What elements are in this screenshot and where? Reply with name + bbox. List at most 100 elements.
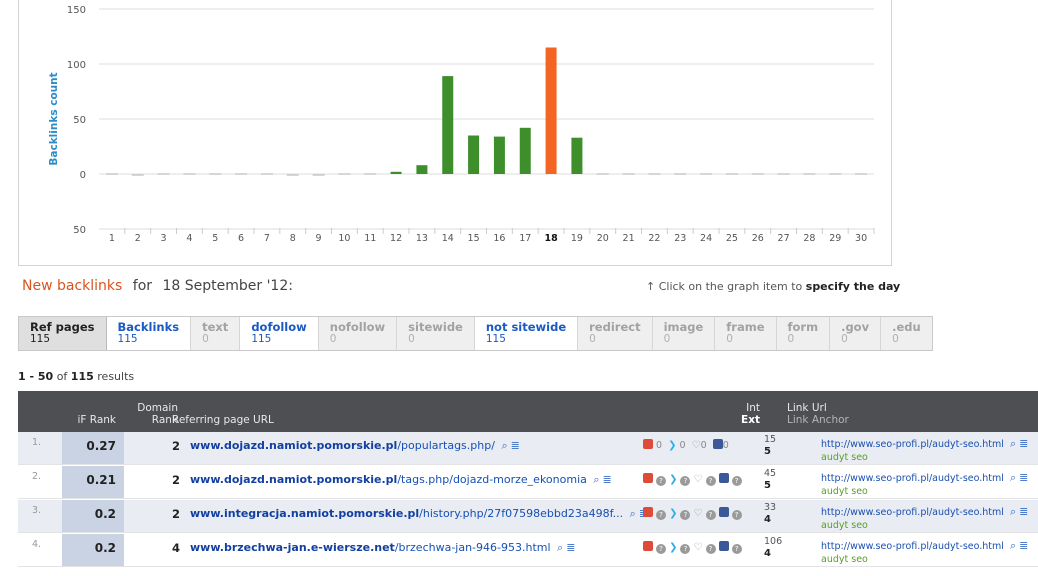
zoom-icon[interactable]: ⌕ <box>557 541 563 554</box>
row-link-url[interactable]: http://www.seo-profi.pl/audyt-seo.html <box>821 473 1004 484</box>
facebook-icon[interactable] <box>718 541 729 551</box>
row-link-url[interactable]: http://www.seo-profi.pl/audyt-seo.html <box>821 439 1004 450</box>
details-icon[interactable]: ≣ <box>1019 505 1028 518</box>
twitter-icon[interactable]: ❯ <box>669 474 677 485</box>
unknown-count-icon[interactable]: ? <box>705 544 716 554</box>
table-row: 3. 0.2 2 www.integracja.namiot.pomorskie… <box>18 500 1038 533</box>
row-number: 4. <box>32 539 42 550</box>
unknown-count-icon[interactable]: ? <box>731 510 742 520</box>
new-backlinks-link[interactable]: New backlinks <box>22 278 122 294</box>
header-link-anchor[interactable]: Link Anchor <box>787 414 849 426</box>
zoom-icon[interactable]: ⌕ <box>501 439 507 452</box>
zoom-icon[interactable]: ⌕ <box>1010 539 1016 552</box>
tab-text[interactable]: text 0 <box>191 317 241 350</box>
row-number: 1. <box>32 437 42 448</box>
x-tick-label: 11 <box>364 233 376 244</box>
tab-ref-pages[interactable]: Ref pages 115 <box>19 317 107 350</box>
details-icon[interactable]: ≣ <box>603 473 612 486</box>
tab-count: 0 <box>787 333 795 345</box>
header-referring-url[interactable]: Referring page URL <box>172 414 274 426</box>
row-link-url[interactable]: http://www.seo-profi.pl/audyt-seo.html <box>821 541 1004 552</box>
details-icon[interactable]: ≣ <box>1019 471 1028 484</box>
tab-edu[interactable]: .edu 0 <box>881 317 932 350</box>
tab-label: .gov <box>841 320 870 334</box>
tab-redirect[interactable]: redirect 0 <box>578 317 653 350</box>
zoom-icon[interactable]: ⌕ <box>630 507 636 520</box>
like-icon[interactable]: ♡ <box>692 440 701 451</box>
unknown-count-icon[interactable]: ? <box>680 476 691 486</box>
tab-count: 115 <box>251 333 272 345</box>
zoom-icon[interactable]: ⌕ <box>1010 471 1016 484</box>
tab-nofollow[interactable]: nofollow 0 <box>319 317 398 350</box>
chart-hint-text: ↑ Click on the graph item to <box>646 280 803 293</box>
tab-label: form <box>787 320 819 334</box>
header-int[interactable]: Int <box>718 402 760 414</box>
details-icon[interactable]: ≣ <box>566 541 575 554</box>
tab-image[interactable]: image 0 <box>653 317 716 350</box>
unknown-count-icon[interactable]: ? <box>680 510 691 520</box>
tab-form[interactable]: form 0 <box>777 317 831 350</box>
x-tick-label: 1 <box>109 233 115 244</box>
row-url-domain[interactable]: www.dojazd.namiot.pomorskie.pl <box>190 473 397 486</box>
header-ext[interactable]: Ext <box>718 414 760 426</box>
table-row: 2. 0.21 2 www.dojazd.namiot.pomorskie.pl… <box>18 466 1038 499</box>
tab-dofollow[interactable]: dofollow 115 <box>240 317 319 350</box>
like-icon[interactable]: ♡ <box>694 474 703 485</box>
tab-gov[interactable]: .gov 0 <box>830 317 882 350</box>
row-url-path[interactable]: /populartags.php/ <box>397 439 495 452</box>
details-icon[interactable]: ≣ <box>1019 539 1028 552</box>
like-count: 0 <box>700 440 707 451</box>
unknown-count-icon[interactable]: ? <box>656 476 667 486</box>
like-icon[interactable]: ♡ <box>694 542 703 553</box>
tab-sitewide[interactable]: sitewide 0 <box>397 317 475 350</box>
unknown-count-icon[interactable]: ? <box>705 510 716 520</box>
unknown-count-icon[interactable]: ? <box>656 544 667 554</box>
details-icon[interactable]: ≣ <box>1019 437 1028 450</box>
google-plus-icon[interactable] <box>643 439 653 449</box>
google-plus-icon[interactable] <box>643 507 653 517</box>
facebook-icon[interactable] <box>718 473 729 483</box>
row-link-url[interactable]: http://www.seo-profi.pl/audyt-seo.html <box>821 507 1004 518</box>
unknown-count-icon[interactable]: ? <box>731 544 742 554</box>
google-plus-icon[interactable] <box>643 473 653 483</box>
header-domain-rank-1[interactable]: Domain <box>118 402 178 414</box>
unknown-count-icon[interactable]: ? <box>705 476 716 486</box>
tab-frame[interactable]: frame 0 <box>715 317 777 350</box>
facebook-icon[interactable] <box>718 507 729 517</box>
row-int: 45 <box>764 468 777 479</box>
row-url-path[interactable]: /brzechwa-jan-946-953.html <box>395 541 551 554</box>
row-url: www.integracja.namiot.pomorskie.pl/histo… <box>190 507 648 521</box>
bar-day-19 <box>571 137 583 174</box>
y-axis-label: Backlinks count <box>48 72 60 165</box>
table-row: 4. 0.2 4 www.brzechwa-jan.e-wiersze.net/… <box>18 534 1038 567</box>
header-domain-rank-2[interactable]: Rank <box>118 414 178 426</box>
tab-not-sitewide[interactable]: not sitewide 115 <box>474 317 579 350</box>
row-url-domain[interactable]: www.dojazd.namiot.pomorskie.pl <box>190 439 397 452</box>
x-tick-label: 28 <box>803 233 815 244</box>
twitter-icon[interactable]: ❯ <box>668 440 676 451</box>
tab-backlinks[interactable]: Backlinks 115 <box>106 317 192 350</box>
header-link-url[interactable]: Link Url <box>787 402 827 414</box>
unknown-count-icon[interactable]: ? <box>680 544 691 554</box>
zoom-icon[interactable]: ⌕ <box>593 473 599 486</box>
twitter-icon[interactable]: ❯ <box>669 508 677 519</box>
unknown-count-icon[interactable]: ? <box>656 510 667 520</box>
google-plus-icon[interactable] <box>643 541 653 551</box>
row-domain-rank: 2 <box>171 507 180 521</box>
unknown-count-icon[interactable]: ? <box>731 476 742 486</box>
row-url-path[interactable]: /tags.php/dojazd-morze_ekonomia <box>397 473 587 486</box>
x-tick-label: 14 <box>442 233 454 244</box>
facebook-icon[interactable] <box>712 439 723 449</box>
tab-label: Ref pages <box>30 320 95 334</box>
row-url-path[interactable]: /history.php/27f07598ebbd23a498f... <box>419 507 623 520</box>
tab-count: 0 <box>726 333 733 345</box>
zoom-icon[interactable]: ⌕ <box>1010 505 1016 518</box>
x-tick-label: 26 <box>752 233 764 244</box>
header-if-rank[interactable]: iF Rank <box>62 414 124 426</box>
row-url-domain[interactable]: www.integracja.namiot.pomorskie.pl <box>190 507 419 520</box>
zoom-icon[interactable]: ⌕ <box>1010 437 1016 450</box>
twitter-icon[interactable]: ❯ <box>669 542 677 553</box>
like-icon[interactable]: ♡ <box>694 508 703 519</box>
row-url-domain[interactable]: www.brzechwa-jan.e-wiersze.net <box>190 541 395 554</box>
details-icon[interactable]: ≣ <box>511 439 520 452</box>
